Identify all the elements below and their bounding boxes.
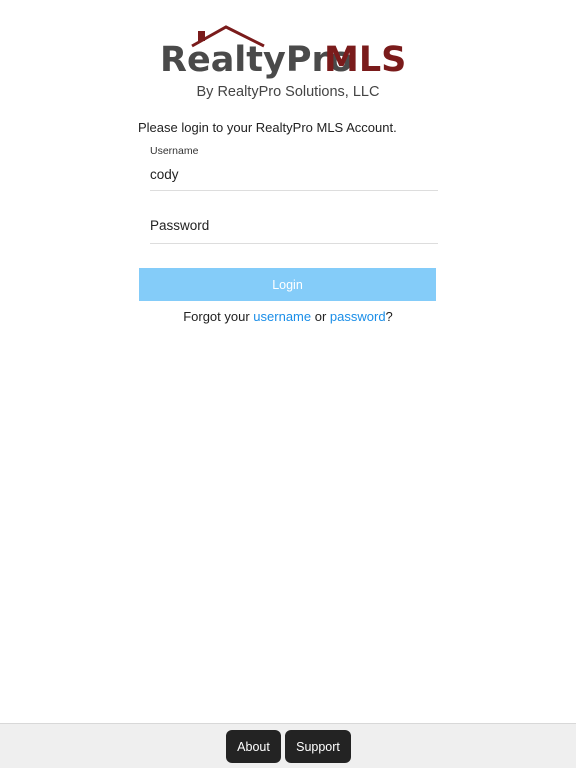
- username-field: Username: [150, 145, 438, 191]
- logo-text-mls: MLS: [324, 40, 406, 80]
- username-label: Username: [150, 145, 199, 157]
- realtypro-mls-logo: RealtyPro MLS: [0, 24, 576, 84]
- forgot-credentials-text: Forgot your username or password?: [0, 309, 576, 324]
- password-input[interactable]: [150, 218, 438, 233]
- brand-subtitle: By RealtyPro Solutions, LLC: [196, 84, 380, 100]
- login-prompt: Please login to your RealtyPro MLS Accou…: [138, 120, 397, 135]
- footer-bar: About Support: [0, 723, 576, 768]
- forgot-prefix: Forgot your: [183, 309, 254, 324]
- login-button[interactable]: Login: [139, 268, 436, 301]
- login-page: RealtyPro MLS By RealtyPro Solutions, LL…: [0, 0, 576, 768]
- username-input[interactable]: [150, 167, 438, 182]
- forgot-username-link[interactable]: username: [253, 309, 311, 324]
- forgot-password-link[interactable]: password: [330, 309, 386, 324]
- about-button[interactable]: About: [226, 730, 281, 763]
- support-button[interactable]: Support: [285, 730, 351, 763]
- logo-graphic: RealtyPro MLS: [160, 25, 406, 80]
- forgot-suffix: ?: [385, 309, 393, 324]
- password-field: [150, 212, 438, 244]
- forgot-middle: or: [311, 309, 330, 324]
